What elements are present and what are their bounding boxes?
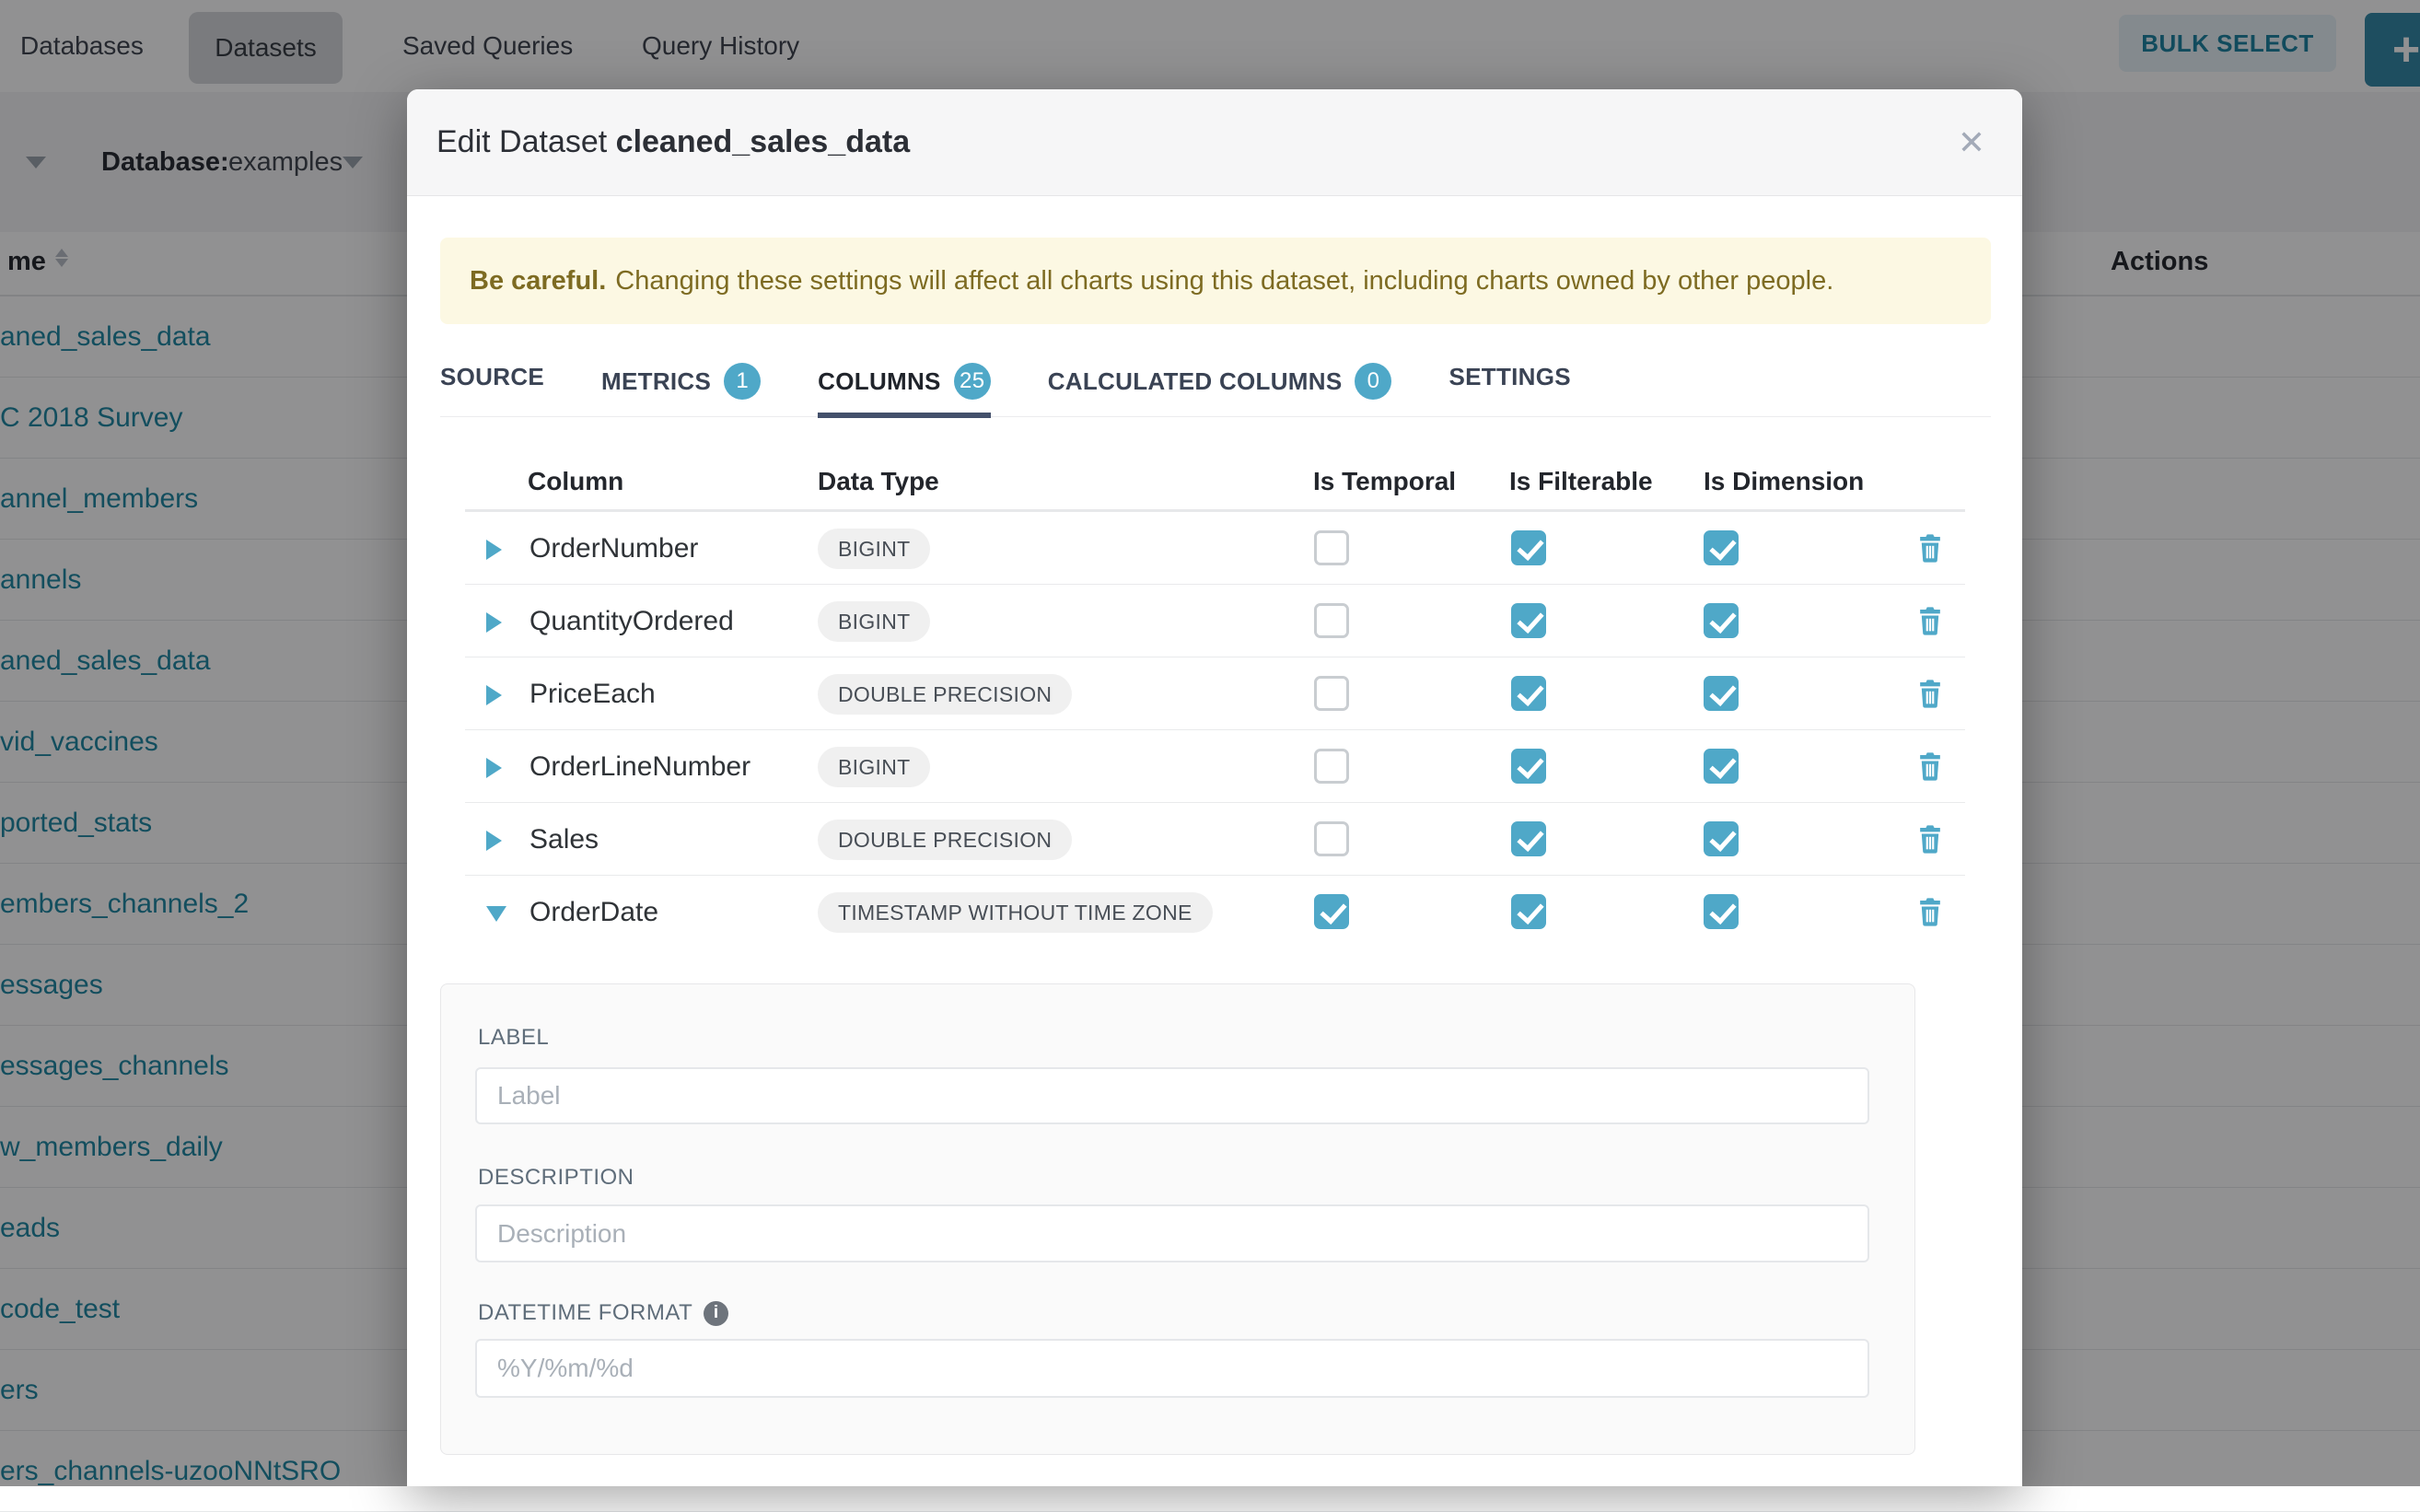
data-type-pill: BIGINT	[818, 747, 930, 787]
column-row: PriceEach DOUBLE PRECISION	[465, 657, 1965, 730]
is-dimension-checkbox[interactable]	[1704, 749, 1739, 784]
tab-calculated-columns[interactable]: CALCULATED COLUMNS0	[1048, 350, 1392, 418]
column-row: Sales DOUBLE PRECISION	[465, 803, 1965, 876]
expand-caret-icon[interactable]	[486, 685, 502, 705]
column-row-expanded: OrderDate TIMESTAMP WITHOUT TIME ZONE	[465, 876, 1965, 948]
column-name: OrderDate	[529, 897, 658, 928]
warning-text: Changing these settings will affect all …	[615, 266, 1833, 297]
expand-caret-icon[interactable]	[486, 758, 502, 778]
trash-icon[interactable]	[1918, 898, 1942, 926]
is-temporal-checkbox[interactable]	[1314, 676, 1349, 711]
column-editor-panel: LABEL DESCRIPTION DATETIME FORMAT i	[440, 983, 1915, 1455]
modal-tabs: SOURCE METRICS1 COLUMNS25 CALCULATED COL…	[440, 350, 1991, 417]
column-name: OrderLineNumber	[529, 751, 750, 783]
is-dimension-checkbox[interactable]	[1704, 821, 1739, 856]
data-type-header: Data Type	[818, 467, 939, 496]
warning-banner: Be careful. Changing these settings will…	[440, 238, 1991, 324]
calculated-columns-count-badge: 0	[1355, 363, 1391, 400]
dataset-name: cleaned_sales_data	[616, 124, 910, 159]
info-icon[interactable]: i	[704, 1301, 728, 1326]
is-temporal-checkbox[interactable]	[1314, 894, 1349, 929]
is-filterable-checkbox[interactable]	[1511, 749, 1546, 784]
trash-icon[interactable]	[1918, 752, 1942, 781]
is-filterable-checkbox[interactable]	[1511, 894, 1546, 929]
expand-caret-icon[interactable]	[486, 612, 502, 633]
modal-title: Edit Dataset cleaned_sales_data	[436, 124, 910, 160]
description-input[interactable]	[475, 1204, 1869, 1262]
data-type-pill: TIMESTAMP WITHOUT TIME ZONE	[818, 892, 1213, 933]
trash-icon[interactable]	[1918, 607, 1942, 635]
is-temporal-checkbox[interactable]	[1314, 821, 1349, 856]
collapse-caret-icon[interactable]	[486, 906, 506, 922]
tab-columns[interactable]: COLUMNS25	[818, 350, 991, 418]
columns-table: Column Data Type Is Temporal Is Filterab…	[465, 467, 1965, 948]
is-filterable-checkbox[interactable]	[1511, 676, 1546, 711]
label-field-label: LABEL	[478, 1025, 549, 1051]
is-dimension-checkbox[interactable]	[1704, 603, 1739, 638]
column-row: QuantityOrdered BIGINT	[465, 585, 1965, 657]
trash-icon[interactable]	[1918, 825, 1942, 854]
is-dimension-checkbox[interactable]	[1704, 530, 1739, 565]
column-header: Column	[528, 467, 623, 496]
data-type-pill: BIGINT	[818, 601, 930, 642]
column-name: Sales	[529, 824, 599, 855]
metrics-count-badge: 1	[724, 363, 761, 400]
is-dimension-header: Is Dimension	[1704, 467, 1864, 496]
datetime-format-input[interactable]	[475, 1339, 1869, 1398]
close-icon[interactable]: ✕	[1958, 126, 1985, 159]
description-field-label: DESCRIPTION	[478, 1165, 634, 1191]
is-dimension-checkbox[interactable]	[1704, 894, 1739, 929]
edit-dataset-modal: Edit Dataset cleaned_sales_data ✕ Be car…	[407, 89, 2022, 1486]
modal-header: Edit Dataset cleaned_sales_data ✕	[407, 89, 2022, 196]
columns-count-badge: 25	[954, 363, 991, 400]
expand-caret-icon[interactable]	[486, 540, 502, 560]
tab-source[interactable]: SOURCE	[440, 350, 544, 410]
columns-table-header: Column Data Type Is Temporal Is Filterab…	[465, 467, 1965, 509]
data-type-pill: DOUBLE PRECISION	[818, 674, 1072, 715]
trash-icon[interactable]	[1918, 680, 1942, 708]
is-temporal-checkbox[interactable]	[1314, 530, 1349, 565]
is-dimension-checkbox[interactable]	[1704, 676, 1739, 711]
label-input[interactable]	[475, 1067, 1869, 1124]
column-name: PriceEach	[529, 679, 656, 710]
column-name: QuantityOrdered	[529, 606, 734, 637]
expand-caret-icon[interactable]	[486, 831, 502, 851]
warning-bold-text: Be careful.	[470, 266, 606, 297]
trash-icon[interactable]	[1918, 534, 1942, 563]
data-type-pill: BIGINT	[818, 529, 930, 569]
is-filterable-checkbox[interactable]	[1511, 530, 1546, 565]
tab-settings[interactable]: SETTINGS	[1449, 350, 1570, 410]
is-temporal-checkbox[interactable]	[1314, 749, 1349, 784]
is-filterable-checkbox[interactable]	[1511, 603, 1546, 638]
column-row: OrderNumber BIGINT	[465, 512, 1965, 585]
column-row: OrderLineNumber BIGINT	[465, 730, 1965, 803]
is-temporal-header: Is Temporal	[1313, 467, 1456, 496]
is-filterable-checkbox[interactable]	[1511, 821, 1546, 856]
tab-metrics[interactable]: METRICS1	[601, 350, 761, 418]
column-name: OrderNumber	[529, 533, 698, 564]
data-type-pill: DOUBLE PRECISION	[818, 820, 1072, 860]
is-filterable-header: Is Filterable	[1509, 467, 1653, 496]
datetime-format-field-label: DATETIME FORMAT i	[478, 1300, 728, 1326]
is-temporal-checkbox[interactable]	[1314, 603, 1349, 638]
